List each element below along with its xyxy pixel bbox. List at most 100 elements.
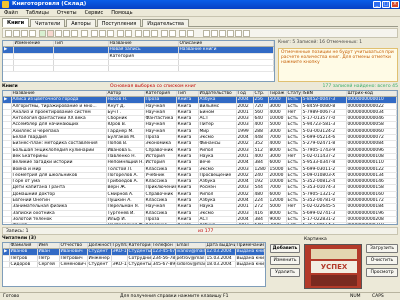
book-cell: 640 bbox=[253, 222, 269, 224]
clear-image-button[interactable]: Очистить bbox=[366, 256, 398, 265]
book-cell: Непомнящий Н. bbox=[106, 159, 145, 167]
book-cell: Алгоритмы, тиражирование и мно... bbox=[11, 103, 107, 110]
filter-icon[interactable] bbox=[99, 30, 106, 37]
reader-cell: 15.03.2004 bbox=[205, 255, 236, 262]
reader-cell: 12.03.2004 bbox=[205, 248, 236, 256]
reader-cell: Выдана книга bbox=[235, 255, 265, 262]
export-icon[interactable] bbox=[161, 30, 168, 37]
next-record-icon[interactable] bbox=[21, 30, 28, 37]
books-grid: Название Автор Категория Тип Издательство Год… bbox=[3, 91, 397, 224]
preview-icon[interactable] bbox=[125, 30, 132, 37]
menu-service[interactable]: Сервис bbox=[81, 9, 108, 17]
reader-col-header[interactable]: Должность bbox=[87, 243, 112, 250]
prev-record-icon[interactable] bbox=[13, 30, 20, 37]
paste-icon[interactable] bbox=[151, 30, 158, 37]
lock-icon[interactable] bbox=[243, 30, 250, 37]
edit-button[interactable]: Изменить bbox=[270, 256, 300, 265]
book-col-header[interactable]: Статус bbox=[286, 91, 302, 98]
menu-reports[interactable]: Отчеты bbox=[53, 9, 81, 17]
settings-icon[interactable] bbox=[179, 30, 186, 37]
reader-cell: Студент bbox=[87, 261, 112, 269]
tab-books[interactable]: Книги bbox=[2, 18, 30, 27]
tab-arrivals[interactable]: Поступления bbox=[96, 19, 142, 27]
top-panel-header: Книг: 5 Записей: 16 Отмеченных: 1 bbox=[278, 40, 363, 45]
readers-grid: ФамилияИмяОтчествоДолжностьГруппаКатегор… bbox=[3, 243, 265, 269]
menu-tables[interactable]: Таблицы bbox=[22, 9, 53, 17]
table-row[interactable]: ИдиотДостоевский Ф.КлассикаКнигаАзбука20… bbox=[3, 222, 397, 224]
table-row[interactable]: ПетровПетрПетровичИнженерСотрудники234-5… bbox=[3, 255, 265, 262]
book-cell: Азбука bbox=[198, 222, 237, 224]
mail-icon[interactable] bbox=[227, 30, 234, 37]
delete-record-icon[interactable] bbox=[47, 30, 54, 37]
reader-col-header[interactable]: Группа bbox=[111, 243, 128, 250]
load-image-button[interactable]: Загрузить bbox=[366, 244, 398, 253]
book-cell: 1280 bbox=[253, 166, 269, 173]
book-cell: 0000000000210 bbox=[346, 222, 397, 224]
first-record-icon[interactable] bbox=[5, 30, 12, 37]
user-icon[interactable] bbox=[235, 30, 242, 37]
book-col-header[interactable]: Издательство bbox=[198, 91, 237, 98]
books-panel: Название Автор Категория Тип Издательство Год… bbox=[2, 90, 398, 225]
reader-col-header[interactable]: Категория bbox=[127, 243, 152, 250]
status-num: NUM bbox=[350, 294, 361, 299]
maximize-button[interactable]: □ bbox=[382, 1, 390, 8]
book-cell: Есть bbox=[286, 222, 302, 224]
app-icon bbox=[2, 1, 9, 8]
table-row[interactable]: ▶ИвановИванИвановичСтудентЭКО-11Студенты… bbox=[3, 248, 265, 256]
book-cell: Справочник bbox=[144, 191, 177, 199]
book-cell: Классика bbox=[144, 222, 177, 224]
refresh-icon[interactable] bbox=[81, 30, 88, 37]
reader-cell: Семенович bbox=[59, 261, 88, 269]
reader-cell: 18.03.2004 bbox=[205, 261, 236, 269]
reader-col-header[interactable]: Телефон bbox=[151, 243, 176, 250]
reader-cell: 234-56-78 bbox=[151, 255, 176, 262]
reader-cell: sidorov@mail.ru bbox=[175, 261, 206, 269]
edit-record-icon[interactable] bbox=[55, 30, 62, 37]
book-cell: Просвещение bbox=[198, 172, 237, 180]
book-cell: 7000 bbox=[268, 222, 287, 224]
tab-readers[interactable]: Читатели bbox=[30, 19, 66, 27]
top-grid: Изменение Тип Название Описание ▶ Новая з… bbox=[3, 41, 274, 73]
reader-cell: Инженер bbox=[87, 255, 112, 262]
book-cell: 10000 bbox=[268, 178, 287, 186]
cover-title: УСПЕХ bbox=[311, 261, 357, 273]
readers-panel: ФамилияИмяОтчествоДолжностьГруппаКатегор… bbox=[2, 242, 266, 287]
help-icon[interactable] bbox=[187, 30, 194, 37]
book-cell: 5-352-00514-1 bbox=[301, 222, 347, 224]
preview-image-button[interactable]: Просмотр bbox=[366, 268, 398, 277]
cut-icon[interactable] bbox=[135, 30, 142, 37]
minimize-button[interactable]: _ bbox=[373, 1, 381, 8]
calendar-icon[interactable] bbox=[203, 30, 210, 37]
table-row[interactable] bbox=[3, 65, 274, 73]
menu-help[interactable]: Помощь bbox=[107, 9, 136, 17]
tab-strip: Книги Читатели Авторы Поступления Издательст… bbox=[2, 18, 398, 27]
book-col-header[interactable]: Тираж bbox=[268, 91, 287, 98]
table-row[interactable]: СидоровСергейСеменовичСтудентЭКО-12Студе… bbox=[3, 261, 265, 269]
reader-cell: 123-45-67 bbox=[151, 248, 176, 256]
report-icon[interactable] bbox=[219, 30, 226, 37]
add-record-icon[interactable] bbox=[39, 30, 46, 37]
print-icon[interactable] bbox=[117, 30, 124, 37]
delete-button[interactable]: Удалить bbox=[270, 268, 300, 277]
status-caps: CAPS bbox=[372, 294, 384, 299]
tab-publishers[interactable]: Издательства bbox=[142, 19, 189, 27]
add-button[interactable]: Добавить bbox=[270, 244, 300, 253]
copy-icon[interactable] bbox=[143, 30, 150, 37]
cancel-icon[interactable] bbox=[71, 30, 78, 37]
search-icon[interactable] bbox=[91, 30, 98, 37]
reader-cell: Студенты bbox=[127, 248, 152, 256]
reader-cell: Студенты bbox=[127, 261, 152, 269]
sort-icon[interactable] bbox=[107, 30, 114, 37]
book-cell: Достоевский Ф. bbox=[106, 222, 145, 224]
last-record-icon[interactable] bbox=[29, 30, 36, 37]
menu-file[interactable]: Файл bbox=[0, 9, 22, 17]
close-button[interactable]: × bbox=[391, 1, 399, 8]
chart-icon[interactable] bbox=[211, 30, 218, 37]
cover-caption: Картинка bbox=[304, 237, 327, 242]
reader-col-header[interactable]: Примечание bbox=[235, 243, 265, 250]
import-icon[interactable] bbox=[169, 30, 176, 37]
save-icon[interactable] bbox=[63, 30, 70, 37]
reader-col-header[interactable]: Дата выдачи bbox=[205, 243, 236, 250]
tab-authors[interactable]: Авторы bbox=[66, 19, 96, 27]
reader-cell: Сидоров bbox=[9, 261, 38, 269]
